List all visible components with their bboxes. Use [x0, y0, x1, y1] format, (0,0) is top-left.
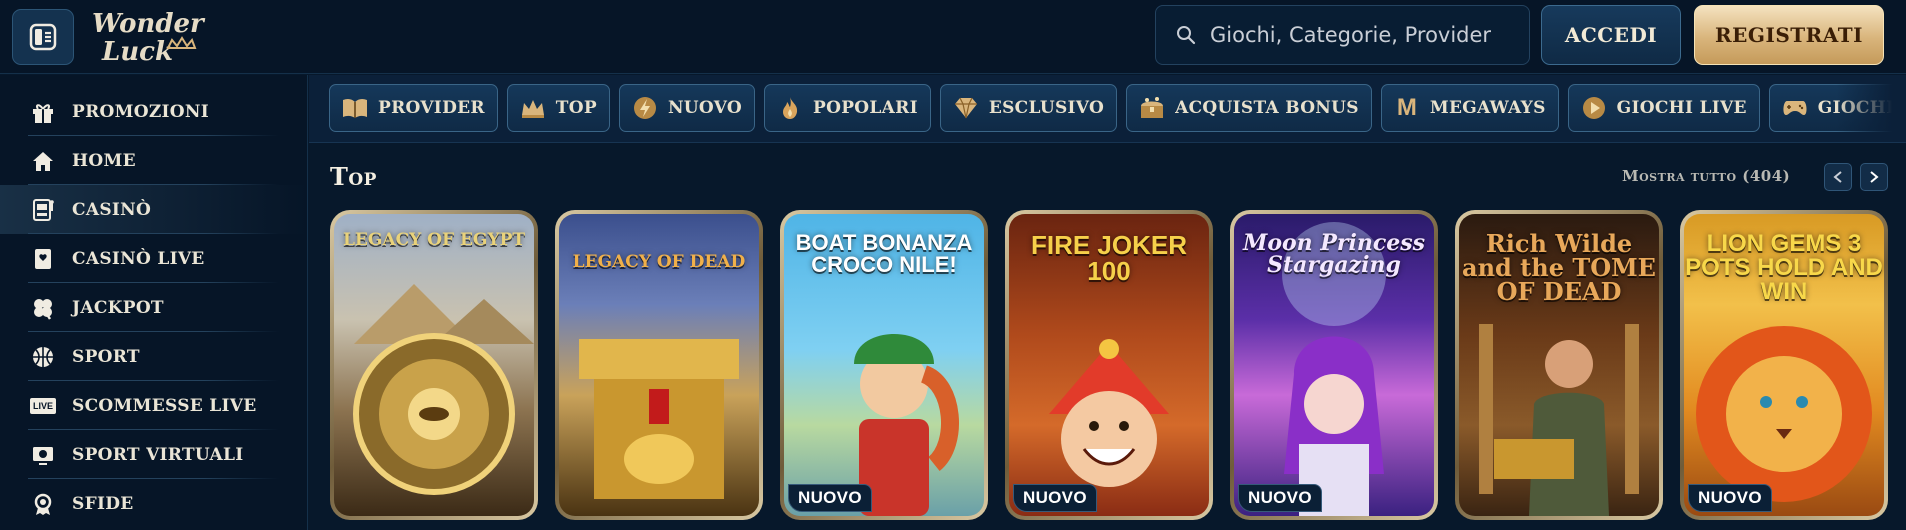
book-icon — [340, 93, 370, 123]
game-title: BOAT BONANZA CROCO NILE! — [795, 230, 973, 277]
scroll-right-button[interactable] — [1860, 163, 1888, 191]
game-thumbnail: BOAT BONANZA CROCO NILE! NUOVO — [784, 214, 984, 516]
clover-icon — [28, 293, 58, 323]
sidebar-item-label: CASINÒ — [72, 199, 152, 220]
virtual-sport-icon — [28, 440, 58, 470]
new-badge: NUOVO — [1688, 484, 1772, 512]
category-label: TOP — [555, 98, 597, 118]
sidebar-item-jackpot[interactable]: JACKPOT — [0, 283, 307, 332]
sidebar-item-sport-virtuali[interactable]: SPORT VIRTUALI — [0, 430, 307, 479]
new-badge: NUOVO — [1238, 484, 1322, 512]
category-label: NUOVO — [667, 98, 743, 118]
game-thumbnail: Rich Wilde and the TOME OF DEAD — [1459, 214, 1659, 516]
scroll-fade — [1836, 75, 1906, 142]
new-badge: NUOVO — [1013, 484, 1097, 512]
home-icon — [28, 146, 58, 176]
sidebar-item-label: PROMOZIONI — [72, 101, 210, 122]
game-title: FIRE JOKER 100 — [1030, 230, 1188, 286]
game-card[interactable]: LEGACY OF EGYPT — [330, 210, 538, 520]
sidebar-item-label: HOME — [72, 150, 136, 171]
show-all-link[interactable]: Mostra tutto (404) — [1622, 167, 1790, 185]
category-label: ESCLUSIVO — [988, 98, 1105, 118]
menu-panel-icon — [29, 23, 57, 51]
section-title: Top — [330, 162, 377, 191]
category-label: PROVIDER — [378, 98, 485, 118]
game-card[interactable]: LEGACY OF DEAD — [555, 210, 763, 520]
new-badge: NUOVO — [788, 484, 872, 512]
game-card[interactable]: FIRE JOKER 100 NUOVO — [1005, 210, 1213, 520]
game-title: Rich Wilde and the TOME OF DEAD — [1462, 229, 1656, 306]
game-card[interactable]: LION GEMS 3 POTS HOLD AND WIN NUOVO — [1680, 210, 1888, 520]
slot-machine-icon — [28, 195, 58, 225]
login-button[interactable]: ACCEDI — [1541, 5, 1681, 65]
category-label: GIOCHI LIVE — [1616, 98, 1747, 118]
sidebar-item-home[interactable]: HOME — [0, 136, 307, 185]
lightning-icon — [630, 93, 660, 123]
game-card[interactable]: Rich Wilde and the TOME OF DEAD — [1455, 210, 1663, 520]
sidebar-item-label: SCOMMESSE LIVE — [72, 395, 257, 416]
sidebar-item-scommesse-live[interactable]: LIVE SCOMMESSE LIVE — [0, 381, 307, 430]
register-button[interactable]: REGISTRATI — [1694, 5, 1884, 65]
game-thumbnail: FIRE JOKER 100 NUOVO — [1009, 214, 1209, 516]
chevron-left-icon — [1833, 171, 1842, 183]
top-header: Wonder Luck Giochi, Categorie, Provider … — [0, 0, 1906, 74]
category-provider[interactable]: PROVIDER — [329, 84, 498, 132]
search-icon — [1177, 26, 1196, 45]
sidebar-item-label: SFIDE — [72, 493, 134, 514]
menu-toggle-button[interactable] — [12, 9, 74, 65]
game-thumbnail: LEGACY OF DEAD — [559, 214, 759, 516]
sidebar-item-label: JACKPOT — [72, 297, 164, 318]
logo-text-wonder: Wonder — [92, 9, 206, 39]
live-icon: LIVE — [28, 391, 58, 421]
games-carousel: LEGACY OF EGYPT LEGACY OF DEAD BOAT BONA… — [330, 210, 1906, 530]
category-megaways[interactable]: M MEGAWAYS — [1380, 84, 1559, 132]
sidebar-item-casino[interactable]: CASINÒ — [0, 185, 307, 234]
sidebar-item-label: SPORT — [72, 346, 140, 367]
search-input[interactable]: Giochi, Categorie, Provider — [1155, 5, 1530, 65]
play-icon — [1579, 93, 1609, 123]
category-label: POPOLARI — [813, 98, 918, 118]
gamepad-icon — [1780, 93, 1810, 123]
game-card[interactable]: Moon Princess Stargazing NUOVO — [1230, 210, 1438, 520]
playing-card-icon — [28, 244, 58, 274]
search-placeholder: Giochi, Categorie, Provider — [1210, 23, 1492, 47]
sidebar-item-sport[interactable]: SPORT — [0, 332, 307, 381]
game-title: LEGACY OF DEAD — [572, 252, 746, 272]
category-nuovo[interactable]: NUOVO — [618, 84, 756, 132]
scroll-left-button[interactable] — [1824, 163, 1852, 191]
category-popolari[interactable]: POPOLARI — [764, 84, 931, 132]
brand-logo[interactable]: Wonder Luck — [88, 4, 208, 68]
game-title: LION GEMS 3 POTS HOLD AND WIN — [1685, 230, 1883, 305]
category-label: MEGAWAYS — [1429, 98, 1546, 118]
chevron-right-icon — [1870, 171, 1879, 183]
category-esclusivo[interactable]: ESCLUSIVO — [939, 84, 1118, 132]
game-card[interactable]: BOAT BONANZA CROCO NILE! NUOVO — [780, 210, 988, 520]
category-top[interactable]: TOP — [506, 84, 610, 132]
game-thumbnail: LEGACY OF EGYPT — [334, 214, 534, 516]
sidebar-item-label: CASINÒ LIVE — [72, 248, 205, 269]
sidebar-item-sfide[interactable]: SFIDE — [0, 479, 307, 528]
game-thumbnail: LION GEMS 3 POTS HOLD AND WIN NUOVO — [1684, 214, 1884, 516]
basketball-icon — [28, 342, 58, 372]
game-title: Moon Princess Stargazing — [1242, 230, 1425, 278]
category-bar: PROVIDER TOP NUOVO POPOLARI ESCLUSIVO AC… — [309, 75, 1906, 143]
megaways-icon: M — [1396, 94, 1417, 121]
fire-icon — [775, 93, 805, 123]
game-title: LEGACY OF EGYPT — [342, 230, 526, 250]
category-label: ACQUISTA BONUS — [1175, 98, 1359, 118]
medal-icon — [28, 489, 58, 519]
diamond-icon — [951, 93, 981, 123]
treasure-chest-icon — [1137, 93, 1167, 123]
crown-icon — [518, 93, 548, 123]
gift-icon — [28, 97, 58, 127]
sidebar: PROMOZIONI HOME CASINÒ CASINÒ LIVE JACKP… — [0, 75, 308, 530]
category-giochi-live[interactable]: GIOCHI LIVE — [1567, 84, 1760, 132]
logo-text-luck: Luck — [101, 37, 173, 67]
sidebar-item-label: SPORT VIRTUALI — [72, 444, 244, 465]
game-thumbnail: Moon Princess Stargazing NUOVO — [1234, 214, 1434, 516]
sidebar-item-casino-live[interactable]: CASINÒ LIVE — [0, 234, 307, 283]
sidebar-item-promozioni[interactable]: PROMOZIONI — [0, 87, 307, 136]
category-acquista-bonus[interactable]: ACQUISTA BONUS — [1126, 84, 1372, 132]
